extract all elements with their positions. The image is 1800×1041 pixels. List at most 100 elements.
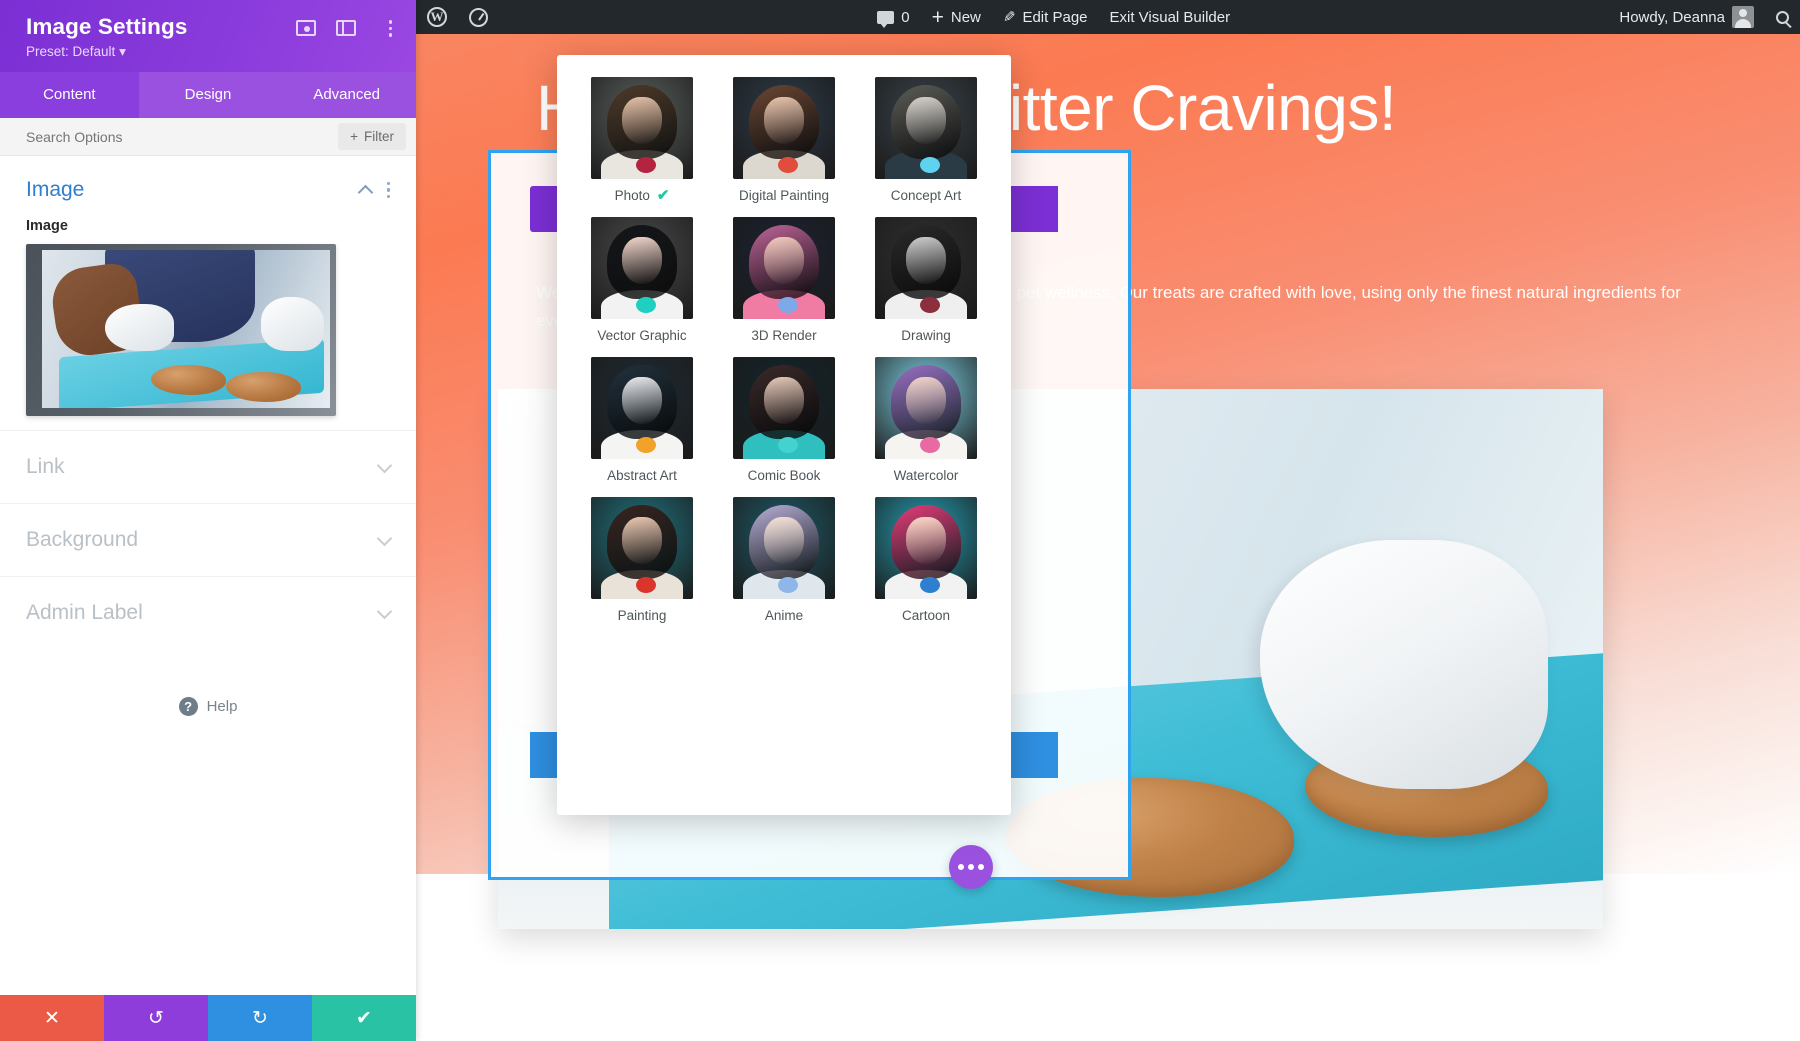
help-button[interactable]: ? Help	[0, 697, 416, 716]
section-link[interactable]: Link	[0, 430, 416, 503]
thumb-accent	[778, 157, 798, 173]
style-picker-modal[interactable]: Photo✔ Digital Painting Concept Art Vector …	[557, 55, 1011, 815]
style-option-concept-art[interactable]: Concept Art	[867, 77, 985, 203]
undo-button[interactable]: ↺	[104, 995, 208, 1041]
thumb-accent	[920, 437, 940, 453]
style-option-digital-painting[interactable]: Digital Painting	[725, 77, 843, 203]
howdy-label: Howdy, Deanna	[1619, 9, 1725, 26]
style-option-comic-book[interactable]: Comic Book	[725, 357, 843, 483]
style-label-text: 3D Render	[751, 328, 816, 343]
section-background[interactable]: Background	[0, 503, 416, 576]
style-label-text: Watercolor	[894, 468, 959, 483]
style-label-text: Comic Book	[748, 468, 821, 483]
preview-gloved-hand	[261, 297, 324, 351]
style-option-anime[interactable]: Anime	[725, 497, 843, 623]
new-content-menu[interactable]: + New	[921, 0, 992, 34]
style-option-photo[interactable]: Photo✔	[583, 77, 701, 203]
style-label: Concept Art	[867, 188, 985, 203]
search-input[interactable]	[26, 129, 338, 145]
screen-root: Healthy, Tasty Critter Cravings! Welcome…	[0, 0, 1800, 1041]
style-label: Comic Book	[725, 468, 843, 483]
comments-menu[interactable]: 0	[866, 0, 920, 34]
tab-design[interactable]: Design	[139, 72, 278, 118]
image-settings-panel: Image Settings Preset: Default ▾ Content…	[0, 0, 416, 1041]
section-admin-label[interactable]: Admin Label	[0, 576, 416, 649]
style-option-abstract-art[interactable]: Abstract Art	[583, 357, 701, 483]
dot-icon	[389, 33, 393, 37]
section-more-icon[interactable]	[387, 182, 391, 199]
hero-image-gloved-hand	[1260, 540, 1547, 788]
style-option-watercolor[interactable]: Watercolor	[867, 357, 985, 483]
thumb-accent	[778, 577, 798, 593]
dot-icon	[958, 864, 964, 870]
filter-button[interactable]: + Filter	[338, 123, 406, 150]
style-label: Painting	[583, 608, 701, 623]
thumb-accent	[636, 437, 656, 453]
tab-content[interactable]: Content	[0, 72, 139, 118]
preset-label: Preset: Default	[26, 44, 115, 59]
search-row: + Filter	[0, 118, 416, 156]
style-thumbnail-art	[875, 77, 977, 179]
save-button[interactable]: ✔	[312, 995, 416, 1041]
dashboard-menu[interactable]	[458, 0, 499, 34]
style-option-drawing[interactable]: Drawing	[867, 217, 985, 343]
thumb-accent	[636, 577, 656, 593]
section-background-title: Background	[26, 528, 138, 552]
style-thumbnail	[875, 77, 977, 179]
image-preview-thumbnail[interactable]	[26, 244, 336, 416]
style-option-vector-graphic[interactable]: Vector Graphic	[583, 217, 701, 343]
section-image-controls	[360, 182, 391, 199]
admin-bar-search-button[interactable]	[1765, 0, 1800, 34]
section-image-title: Image	[26, 178, 84, 202]
style-label-text: Drawing	[901, 328, 951, 343]
focus-mode-icon[interactable]	[296, 20, 316, 36]
cancel-button[interactable]: ✕	[0, 995, 104, 1041]
dot-icon	[389, 20, 393, 24]
style-thumbnail-art	[875, 217, 977, 319]
panel-header: Image Settings Preset: Default ▾	[0, 0, 416, 72]
account-menu[interactable]: Howdy, Deanna	[1608, 0, 1765, 34]
style-label-text: Digital Painting	[739, 188, 829, 203]
style-option-3d-render[interactable]: 3D Render	[725, 217, 843, 343]
style-label: Vector Graphic	[583, 328, 701, 343]
tab-advanced[interactable]: Advanced	[277, 72, 416, 118]
panel-more-icon[interactable]	[389, 20, 393, 37]
panel-tabs: Content Design Advanced	[0, 72, 416, 118]
panel-preset-selector[interactable]: Preset: Default ▾	[26, 44, 396, 60]
dot-icon	[978, 864, 984, 870]
style-label-text: Abstract Art	[607, 468, 677, 483]
pencil-icon: ✎	[1003, 8, 1016, 26]
style-label: Cartoon	[867, 608, 985, 623]
comment-bubble-icon	[877, 11, 894, 24]
style-thumbnail	[591, 357, 693, 459]
style-label: Drawing	[867, 328, 985, 343]
style-label: Abstract Art	[583, 468, 701, 483]
avatar	[1732, 6, 1754, 28]
panel-body: Image Image	[0, 156, 416, 995]
redo-button[interactable]: ↻	[208, 995, 312, 1041]
style-option-painting[interactable]: Painting	[583, 497, 701, 623]
exit-visual-builder-link[interactable]: Exit Visual Builder	[1099, 0, 1242, 34]
image-field-label: Image	[26, 218, 390, 234]
dot-icon	[387, 182, 391, 186]
thumb-accent	[920, 577, 940, 593]
style-label-text: Photo	[615, 188, 650, 203]
wordpress-logo-icon: W	[427, 7, 447, 27]
chevron-down-icon: ▾	[119, 44, 126, 59]
edit-page-label: Edit Page	[1022, 9, 1087, 26]
style-thumbnail-art	[875, 357, 977, 459]
more-options-button[interactable]	[949, 845, 993, 889]
panel-layout-icon[interactable]	[336, 20, 356, 36]
wp-logo-menu[interactable]: W	[416, 0, 458, 34]
plus-icon: +	[932, 7, 944, 28]
section-image: Image Image	[0, 156, 416, 430]
thumb-accent	[636, 157, 656, 173]
style-thumbnail	[875, 357, 977, 459]
section-image-header[interactable]: Image	[26, 178, 390, 202]
chevron-up-icon[interactable]	[357, 184, 373, 200]
dashboard-gauge-icon	[469, 8, 488, 27]
style-option-cartoon[interactable]: Cartoon	[867, 497, 985, 623]
edit-page-link[interactable]: ✎ Edit Page	[992, 0, 1099, 34]
style-label-text: Concept Art	[891, 188, 962, 203]
thumb-accent	[920, 297, 940, 313]
